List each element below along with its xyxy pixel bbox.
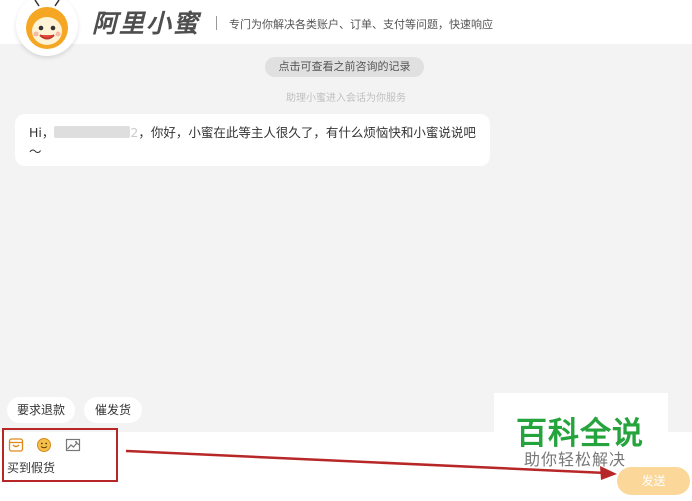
watermark-subtitle: 助你轻松解决 bbox=[524, 450, 627, 469]
send-button[interactable]: 发送 bbox=[617, 467, 690, 495]
history-link[interactable]: 点击可查看之前咨询的记录 bbox=[265, 57, 424, 77]
header-tagline: 专门为你解决各类账户、订单、支付等问题，快速响应 bbox=[229, 18, 493, 31]
greeting-prefix: Hi， bbox=[29, 125, 55, 140]
brand-name: 阿里小蜜 bbox=[92, 9, 201, 38]
masked-username bbox=[54, 126, 131, 138]
xiaomi-logo bbox=[16, 0, 78, 56]
quick-reply-urge-shipping[interactable]: 催发货 bbox=[84, 397, 142, 423]
header-divider bbox=[216, 16, 217, 30]
quick-reply-refund[interactable]: 要求退款 bbox=[7, 397, 75, 423]
system-note: 助理小蜜进入会话为你服务 bbox=[286, 93, 406, 104]
greeting-message: Hi， 2，你好，小蜜在此等主人很久了，有什么烦恼快和小蜜说说吧～ bbox=[15, 114, 490, 166]
bee-mascot-icon bbox=[26, 0, 68, 49]
highlight-box bbox=[2, 428, 118, 482]
